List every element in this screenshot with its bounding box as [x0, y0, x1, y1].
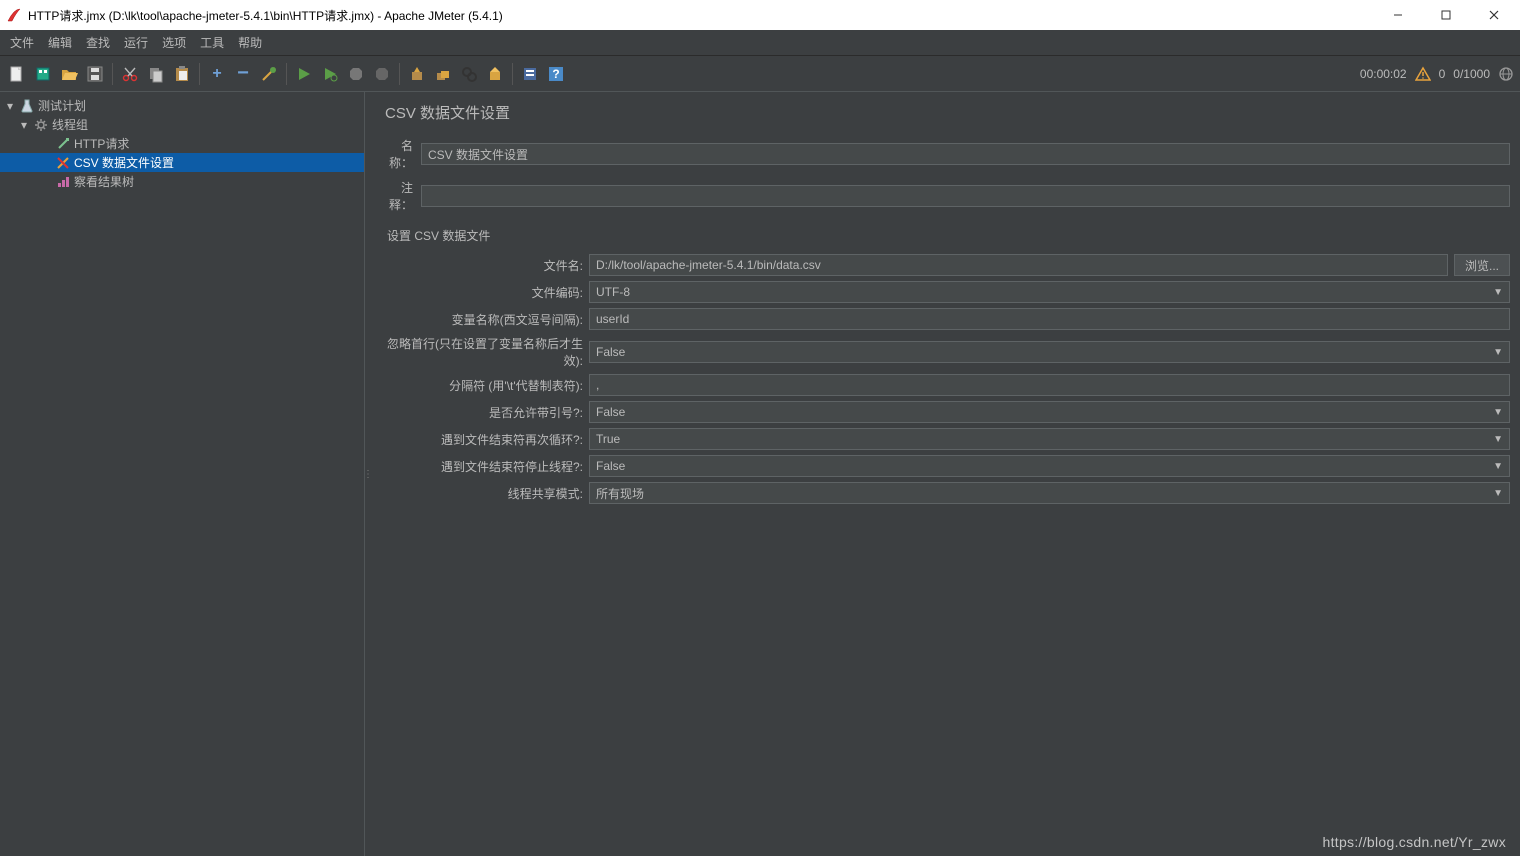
panel-title: CSV 数据文件设置	[385, 102, 1510, 123]
shutdown-icon[interactable]	[371, 63, 393, 85]
share-mode-label: 线程共享模式:	[385, 485, 589, 502]
tree-node-http-request[interactable]: HTTP请求	[0, 134, 364, 153]
clear-all-icon[interactable]	[432, 63, 454, 85]
allow-quote-select[interactable]: False▼	[589, 401, 1510, 423]
ignore-first-label: 忽略首行(只在设置了变量名称后才生效):	[385, 335, 589, 369]
save-icon[interactable]	[84, 63, 106, 85]
tree-node-csv-config[interactable]: CSV 数据文件设置	[0, 153, 364, 172]
tree-label: CSV 数据文件设置	[74, 154, 174, 171]
expand-all-icon[interactable]: +	[206, 63, 228, 85]
stop-label: 遇到文件结束符停止线程?:	[385, 458, 589, 475]
new-icon[interactable]	[6, 63, 28, 85]
menu-file[interactable]: 文件	[4, 32, 40, 53]
cut-icon[interactable]	[119, 63, 141, 85]
warning-icon[interactable]	[1415, 66, 1431, 82]
open-icon[interactable]	[58, 63, 80, 85]
stop-select[interactable]: False▼	[589, 455, 1510, 477]
menubar: 文件 编辑 查找 运行 选项 工具 帮助	[0, 30, 1520, 56]
jmeter-feather-icon	[6, 7, 22, 23]
function-helper-icon[interactable]	[519, 63, 541, 85]
minimize-button[interactable]	[1384, 4, 1412, 26]
clear-icon[interactable]	[406, 63, 428, 85]
chevron-down-icon: ▼	[1493, 434, 1503, 445]
error-count: 0	[1439, 67, 1446, 81]
reset-search-icon[interactable]	[484, 63, 506, 85]
allow-quote-label: 是否允许带引号?:	[385, 404, 589, 421]
svg-text:?: ?	[552, 67, 559, 81]
flask-icon	[20, 99, 34, 113]
chevron-down-icon: ▼	[1493, 347, 1503, 358]
menu-edit[interactable]: 编辑	[42, 32, 78, 53]
name-input[interactable]: CSV 数据文件设置	[421, 143, 1510, 165]
chevron-down-icon: ▼	[1493, 287, 1503, 298]
start-no-timers-icon[interactable]	[319, 63, 341, 85]
elapsed-time: 00:00:02	[1360, 67, 1407, 81]
watermark-text: https://blog.csdn.net/Yr_zwx	[1323, 834, 1507, 850]
pipette-icon	[56, 137, 70, 151]
chevron-down-icon: ▼	[1493, 488, 1503, 499]
copy-icon[interactable]	[145, 63, 167, 85]
stop-icon[interactable]	[345, 63, 367, 85]
chevron-down-icon: ▼	[1493, 407, 1503, 418]
tree-label: 察看结果树	[74, 173, 134, 190]
chevron-down-icon: ▼	[1493, 461, 1503, 472]
paste-icon[interactable]	[171, 63, 193, 85]
help-icon[interactable]: ?	[545, 63, 567, 85]
maximize-button[interactable]	[1432, 4, 1460, 26]
varnames-input[interactable]: userId	[589, 308, 1510, 330]
window-title: HTTP请求.jmx (D:\lk\tool\apache-jmeter-5.4…	[28, 7, 1384, 24]
chart-icon	[56, 175, 70, 189]
close-button[interactable]	[1480, 4, 1508, 26]
share-mode-select[interactable]: 所有现场▼	[589, 482, 1510, 504]
delimiter-label: 分隔符 (用'\t'代替制表符):	[385, 377, 589, 394]
comment-input[interactable]	[421, 185, 1510, 207]
thread-count: 0/1000	[1453, 67, 1490, 81]
search-icon[interactable]	[458, 63, 480, 85]
browse-button[interactable]: 浏览...	[1454, 254, 1510, 276]
menu-tools[interactable]: 工具	[194, 32, 230, 53]
filename-input[interactable]: D:/lk/tool/apache-jmeter-5.4.1/bin/data.…	[589, 254, 1448, 276]
ignore-first-select[interactable]: False▼	[589, 341, 1510, 363]
encoding-select[interactable]: UTF-8▼	[589, 281, 1510, 303]
toggle-icon[interactable]	[258, 63, 280, 85]
tree-node-thread-group[interactable]: ▾ 线程组	[0, 115, 364, 134]
globe-icon[interactable]	[1498, 66, 1514, 82]
section-title: 设置 CSV 数据文件	[387, 227, 1510, 244]
gear-icon	[34, 118, 48, 132]
config-panel: CSV 数据文件设置 名称： CSV 数据文件设置 注释： 设置 CSV 数据文…	[371, 92, 1520, 856]
collapse-all-icon[interactable]: −	[232, 63, 254, 85]
tree-label: 线程组	[52, 116, 88, 133]
tree-toggle-icon[interactable]: ▾	[4, 99, 16, 113]
recycle-label: 遇到文件结束符再次循环?:	[385, 431, 589, 448]
varnames-label: 变量名称(西文逗号间隔):	[385, 311, 589, 328]
tree-label: HTTP请求	[74, 135, 129, 152]
test-plan-tree[interactable]: ▾ 测试计划 ▾ 线程组 HTTP请求 CSV 数据文件设置 察看结果树	[0, 92, 365, 856]
delimiter-input[interactable]: ,	[589, 374, 1510, 396]
tree-toggle-icon[interactable]: ▾	[18, 118, 30, 132]
menu-help[interactable]: 帮助	[232, 32, 268, 53]
toolbar: + − ? 00:00:02 0 0/1000	[0, 56, 1520, 92]
comment-label: 注释：	[385, 179, 421, 213]
tree-node-results-tree[interactable]: 察看结果树	[0, 172, 364, 191]
menu-run[interactable]: 运行	[118, 32, 154, 53]
templates-icon[interactable]	[32, 63, 54, 85]
filename-label: 文件名:	[385, 257, 589, 274]
start-icon[interactable]	[293, 63, 315, 85]
menu-search[interactable]: 查找	[80, 32, 116, 53]
encoding-label: 文件编码:	[385, 284, 589, 301]
csv-config-icon	[56, 156, 70, 170]
tree-node-test-plan[interactable]: ▾ 测试计划	[0, 96, 364, 115]
window-titlebar: HTTP请求.jmx (D:\lk\tool\apache-jmeter-5.4…	[0, 0, 1520, 30]
tree-label: 测试计划	[38, 97, 86, 114]
menu-options[interactable]: 选项	[156, 32, 192, 53]
recycle-select[interactable]: True▼	[589, 428, 1510, 450]
name-label: 名称：	[385, 137, 421, 171]
